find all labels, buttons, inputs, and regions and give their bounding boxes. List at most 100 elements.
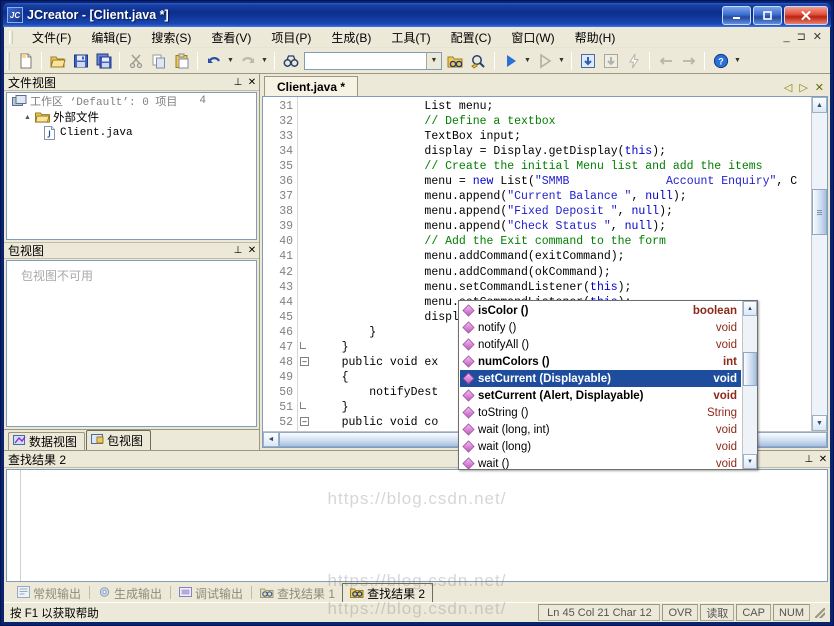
open-file-icon[interactable] xyxy=(46,50,69,72)
save-icon[interactable] xyxy=(69,50,92,72)
resize-grip-icon[interactable] xyxy=(813,606,827,620)
find-in-files-icon[interactable] xyxy=(444,50,467,72)
mdi-close-icon[interactable]: ✕ xyxy=(813,31,822,43)
menu-build[interactable]: 生成(B) xyxy=(321,27,381,48)
code-fold-column[interactable]: – – xyxy=(297,97,311,431)
help-icon[interactable]: ? xyxy=(709,50,732,72)
code-line[interactable]: TextBox input; xyxy=(314,129,811,144)
menu-project[interactable]: 项目(P) xyxy=(261,27,321,48)
tab-find-results-1[interactable]: 查找结果 1 xyxy=(253,584,343,602)
tree-node-workspace[interactable]: 工作区 ‘Default’: 0 项目 4 xyxy=(7,93,256,109)
compile-icon[interactable] xyxy=(576,50,599,72)
navigate-forward-icon[interactable] xyxy=(677,50,700,72)
copy-icon[interactable] xyxy=(147,50,170,72)
vscroll-thumb[interactable] xyxy=(812,189,827,235)
debug-dropdown-icon[interactable]: ▼ xyxy=(556,50,567,72)
menu-search[interactable]: 搜索(S) xyxy=(141,27,201,48)
menu-view[interactable]: 查看(V) xyxy=(201,27,261,48)
editor-vertical-scrollbar[interactable]: ▲ ▼ xyxy=(811,97,827,431)
tab-find-results-2[interactable]: 查找结果 2 xyxy=(342,583,434,602)
autocomplete-item[interactable]: setCurrent (Alert, Displayable) void xyxy=(460,387,741,404)
package-view-body[interactable]: 包视图不可用 xyxy=(6,260,257,427)
package-view-close-icon[interactable]: ✕ xyxy=(245,244,259,258)
tree-node-file[interactable]: Client.java xyxy=(7,125,256,141)
package-view-pin-icon[interactable]: ⊥ xyxy=(231,244,245,258)
menu-help[interactable]: 帮助(H) xyxy=(565,27,626,48)
tab-debug-output[interactable]: 调试输出 xyxy=(172,584,251,602)
redo-dropdown-icon[interactable]: ▼ xyxy=(259,50,270,72)
code-line[interactable]: // Add the Exit command to the form xyxy=(314,234,811,249)
help-dropdown-icon[interactable]: ▼ xyxy=(732,50,743,72)
code-line[interactable]: menu.append("Check Status ", null); xyxy=(314,219,811,234)
scroll-down-button[interactable]: ▼ xyxy=(812,415,827,431)
tab-client-java[interactable]: Client.java * xyxy=(264,76,359,96)
tree-node-external-files[interactable]: ▲ 外部文件 xyxy=(7,109,256,125)
output-pin-icon[interactable]: ⊥ xyxy=(802,452,816,466)
code-line[interactable]: display = Display.getDisplay(this); xyxy=(314,144,811,159)
find-input[interactable]: ▼ xyxy=(304,51,442,70)
code-line[interactable]: menu.append("Current Balance ", null); xyxy=(314,189,811,204)
menu-configure[interactable]: 配置(C) xyxy=(441,27,502,48)
tab-next-icon[interactable]: ▷ xyxy=(799,83,807,94)
autocomplete-item[interactable]: wait (long) void xyxy=(460,438,741,455)
code-line[interactable]: menu = new List("SMMB Account Enquiry", … xyxy=(314,174,811,189)
autocomplete-scroll-track[interactable] xyxy=(743,316,757,454)
mdi-restore-icon[interactable]: ⊐ xyxy=(797,31,806,43)
file-view-pin-icon[interactable]: ⊥ xyxy=(231,75,245,89)
code-line[interactable]: // Define a textbox xyxy=(314,114,811,129)
scroll-up-button[interactable]: ▲ xyxy=(812,97,827,113)
fold-collapse-icon[interactable]: – xyxy=(300,417,309,427)
scroll-left-button[interactable]: ◄ xyxy=(263,432,279,447)
code-line[interactable]: List menu; xyxy=(314,99,811,114)
chevron-down-icon[interactable]: ▲ xyxy=(23,113,32,122)
redo-icon[interactable] xyxy=(236,50,259,72)
maximize-button[interactable] xyxy=(753,5,782,25)
autocomplete-scroll-up[interactable]: ▲ xyxy=(743,301,757,316)
find-dropdown-icon[interactable]: ▼ xyxy=(426,52,441,69)
tab-general-output[interactable]: 常规输出 xyxy=(10,584,89,602)
autocomplete-item[interactable]: numColors () int xyxy=(460,353,741,370)
minimize-button[interactable] xyxy=(722,5,751,25)
find-replace-icon[interactable] xyxy=(467,50,490,72)
run-icon[interactable] xyxy=(499,50,522,72)
autocomplete-scroll-down[interactable]: ▼ xyxy=(743,454,757,469)
autocomplete-item[interactable]: isColor () boolean xyxy=(460,302,741,319)
autocomplete-item[interactable]: wait (long, int) void xyxy=(460,421,741,438)
autocomplete-scroll-thumb[interactable] xyxy=(743,352,757,386)
menu-tools[interactable]: 工具(T) xyxy=(381,27,440,48)
undo-icon[interactable] xyxy=(202,50,225,72)
vscroll-track[interactable] xyxy=(812,113,827,415)
tab-package-view[interactable]: 包视图 xyxy=(86,430,152,450)
file-view-tree[interactable]: 工作区 ‘Default’: 0 项目 4 ▲ 外部文件 Client.java xyxy=(6,92,257,240)
find-binoculars-icon[interactable] xyxy=(279,50,302,72)
find-text-field[interactable] xyxy=(305,53,423,68)
save-all-icon[interactable] xyxy=(92,50,115,72)
menu-window[interactable]: 窗口(W) xyxy=(501,27,564,48)
autocomplete-item[interactable]: wait () void xyxy=(460,455,741,469)
autocomplete-item[interactable]: toString () String xyxy=(460,404,741,421)
navigate-back-icon[interactable] xyxy=(654,50,677,72)
fold-end-icon[interactable] xyxy=(300,341,306,349)
code-line[interactable]: menu.addCommand(exitCommand); xyxy=(314,249,811,264)
code-line[interactable]: // Create the initial Menu list and add … xyxy=(314,159,811,174)
autocomplete-item[interactable]: setCurrent (Displayable) void xyxy=(460,370,741,387)
autocomplete-item[interactable]: notify () void xyxy=(460,319,741,336)
compile-all-icon[interactable] xyxy=(599,50,622,72)
tab-close-icon[interactable]: ✕ xyxy=(815,83,824,94)
close-button[interactable] xyxy=(784,5,828,25)
new-file-icon[interactable] xyxy=(14,50,37,72)
autocomplete-scrollbar[interactable]: ▲ ▼ xyxy=(742,301,757,469)
file-view-close-icon[interactable]: ✕ xyxy=(245,75,259,89)
fold-end-icon[interactable] xyxy=(300,402,306,409)
paste-icon[interactable] xyxy=(170,50,193,72)
mdi-minimize-icon[interactable]: _ xyxy=(783,31,789,43)
code-line[interactable]: menu.append("Fixed Deposit ", null); xyxy=(314,204,811,219)
autocomplete-item[interactable]: notifyAll () void xyxy=(460,336,741,353)
cut-icon[interactable] xyxy=(124,50,147,72)
lightning-build-icon[interactable] xyxy=(622,50,645,72)
code-line[interactable]: menu.setCommandListener(this); xyxy=(314,280,811,295)
code-line[interactable]: menu.addCommand(okCommand); xyxy=(314,265,811,280)
menu-file[interactable]: 文件(F) xyxy=(22,27,81,48)
output-body[interactable] xyxy=(6,469,828,582)
autocomplete-popup[interactable]: isColor () boolean notify () void notifyAll … xyxy=(458,300,758,470)
